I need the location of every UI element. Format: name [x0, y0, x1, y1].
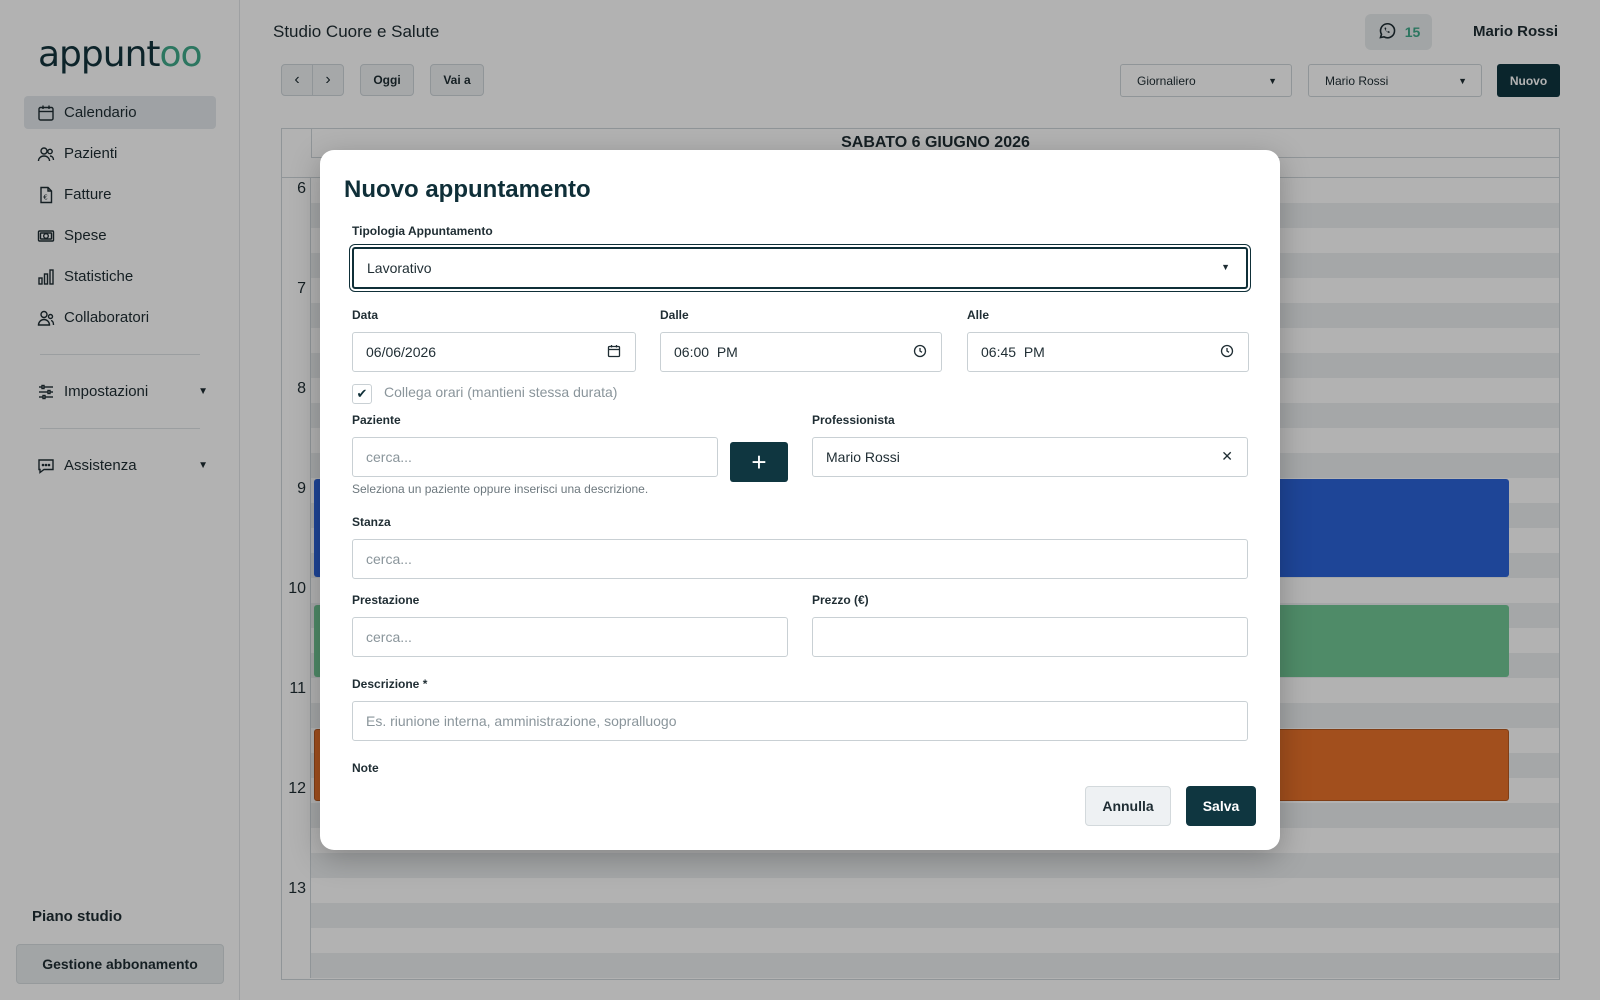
date-input[interactable]: 06/06/2026	[352, 332, 636, 372]
patient-search-input[interactable]: cerca...	[352, 437, 718, 477]
room-label: Stanza	[352, 515, 391, 529]
end-time-input[interactable]: 06:45 PM	[967, 332, 1249, 372]
notes-label: Note	[352, 761, 379, 775]
room-placeholder: cerca...	[366, 551, 412, 567]
patient-label: Paziente	[352, 413, 401, 427]
plus-icon: +	[751, 446, 767, 477]
dialog-title: Nuovo appuntamento	[344, 176, 591, 203]
description-label: Descrizione *	[352, 677, 428, 691]
service-search-input[interactable]: cerca...	[352, 617, 788, 657]
description-input[interactable]: Es. riunione interna, amministrazione, s…	[352, 701, 1248, 741]
clear-icon[interactable]: ✕	[1221, 448, 1233, 465]
clock-icon[interactable]	[913, 344, 927, 361]
calendar-icon[interactable]	[607, 344, 621, 361]
service-label: Prestazione	[352, 593, 420, 607]
professional-label: Professionista	[812, 413, 895, 427]
from-label: Dalle	[660, 308, 689, 322]
caret-down-icon: ▼	[1221, 262, 1230, 272]
date-label: Data	[352, 308, 379, 322]
link-times-label[interactable]: Collega orari (mantieni stessa durata)	[384, 384, 617, 400]
price-label: Prezzo (€)	[812, 593, 869, 607]
price-input[interactable]	[812, 617, 1248, 657]
room-search-input[interactable]: cerca...	[352, 539, 1248, 579]
type-label: Tipologia Appuntamento	[352, 224, 493, 238]
start-time-value: 06:00 PM	[674, 344, 738, 360]
to-label: Alle	[967, 308, 990, 322]
professional-value: Mario Rossi	[826, 449, 900, 465]
add-patient-button[interactable]: +	[730, 442, 788, 482]
appointment-type-select[interactable]: Lavorativo ▼	[352, 247, 1248, 289]
new-appointment-dialog: Nuovo appuntamento Tipologia Appuntament…	[320, 150, 1280, 850]
patient-help-text: Seleziona un paziente oppure inserisci u…	[352, 482, 649, 496]
checkmark-icon: ✔	[356, 386, 368, 401]
end-time-value: 06:45 PM	[981, 344, 1045, 360]
save-button[interactable]: Salva	[1186, 786, 1256, 826]
date-value: 06/06/2026	[366, 344, 437, 360]
clock-icon[interactable]	[1220, 344, 1234, 361]
patient-placeholder: cerca...	[366, 449, 412, 465]
appointment-type-value: Lavorativo	[367, 260, 432, 276]
description-placeholder: Es. riunione interna, amministrazione, s…	[366, 713, 677, 729]
service-placeholder: cerca...	[366, 629, 412, 645]
start-time-input[interactable]: 06:00 PM	[660, 332, 942, 372]
professional-input[interactable]: Mario Rossi ✕	[812, 437, 1248, 477]
cancel-button[interactable]: Annulla	[1085, 786, 1171, 826]
link-times-checkbox[interactable]: ✔	[352, 384, 372, 404]
